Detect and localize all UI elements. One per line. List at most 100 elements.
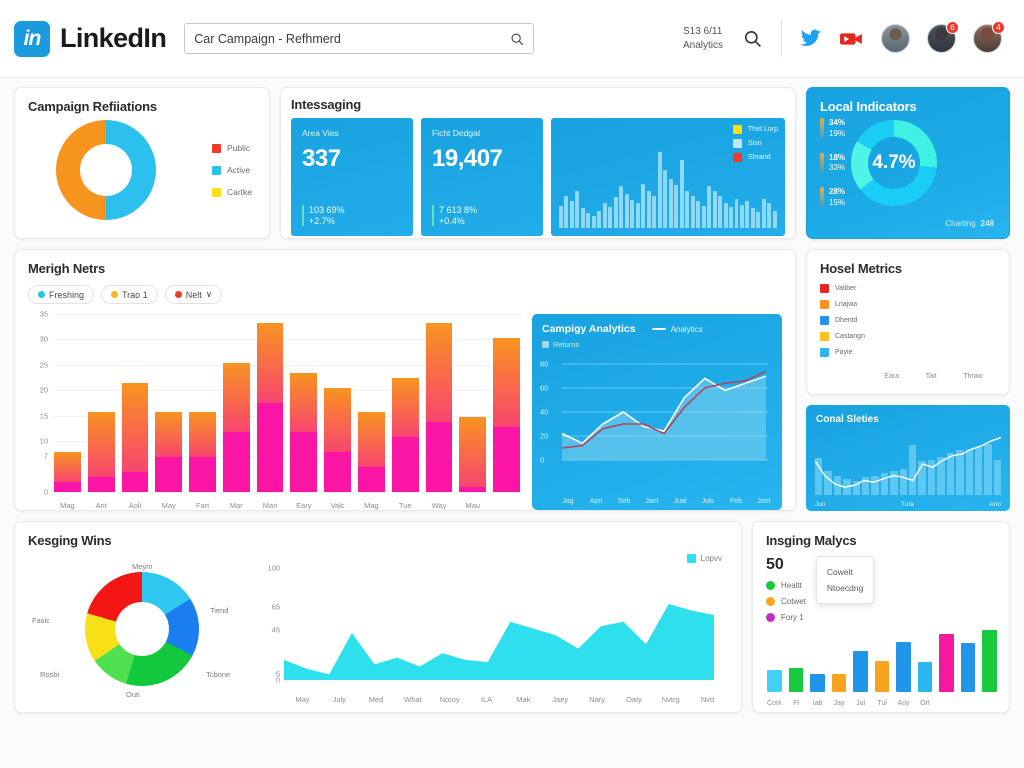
legend-item[interactable]: Valiber xyxy=(820,284,865,293)
x-tick xyxy=(982,700,997,707)
bar[interactable] xyxy=(853,650,868,692)
search-icon[interactable] xyxy=(510,32,524,46)
stat-tile[interactable]: Ficht Dedgat 19,407 7 613 8% +0.4% xyxy=(421,118,543,236)
bar[interactable] xyxy=(222,362,250,492)
search-input[interactable] xyxy=(194,31,511,46)
bar-segment-top xyxy=(222,362,250,433)
legend-item[interactable]: Healtt xyxy=(766,581,806,590)
bar-segment-base xyxy=(493,427,520,492)
card-title: Intessaging xyxy=(291,97,362,112)
bar[interactable] xyxy=(290,372,318,492)
pie-label: Tcbone xyxy=(206,670,231,679)
twitter-share-button[interactable] xyxy=(799,27,823,51)
legend-item[interactable]: Lnajwa xyxy=(820,300,865,309)
y-tick: 25 xyxy=(39,360,48,370)
chip-label: Trao 1 xyxy=(122,289,148,300)
search-icon xyxy=(744,30,761,47)
x-tick: Seb xyxy=(617,498,631,505)
legend-item[interactable]: 18% 33% xyxy=(820,152,845,175)
bar xyxy=(652,196,657,228)
x-tick: Mag xyxy=(364,501,379,510)
legend-item[interactable]: Cotwet xyxy=(766,597,806,606)
bar[interactable] xyxy=(939,634,954,692)
filter-chip-nelt[interactable]: Nelt ∨ xyxy=(164,285,223,304)
bar[interactable] xyxy=(324,387,352,492)
bar-groups xyxy=(871,286,996,366)
pie-label: Outi xyxy=(126,690,140,699)
bar[interactable] xyxy=(425,323,453,492)
video-button[interactable] xyxy=(840,27,864,51)
bar[interactable] xyxy=(982,629,998,692)
bar[interactable] xyxy=(391,377,419,492)
legend-item[interactable]: Siso xyxy=(733,139,778,148)
legend-item[interactable]: Active xyxy=(211,165,252,175)
legend-item[interactable]: Shrand xyxy=(733,153,778,162)
bar[interactable] xyxy=(121,382,149,492)
keeping-wins-body: Meym Tiend Tcbone Outi Rosbi Fasic Lopvv… xyxy=(28,554,728,704)
pie-label: Rosbi xyxy=(40,670,60,679)
filter-chip-trao[interactable]: Trao 1 xyxy=(101,285,158,304)
y-tick: 45 xyxy=(271,625,280,635)
bar[interactable] xyxy=(917,662,933,692)
metric-value: 50 xyxy=(766,556,784,573)
bar[interactable] xyxy=(896,641,911,692)
legend-item[interactable]: Cartke xyxy=(211,187,252,197)
bar[interactable] xyxy=(54,452,81,492)
bar[interactable] xyxy=(155,412,183,492)
legend-item[interactable]: Castangn xyxy=(820,332,865,341)
bar[interactable] xyxy=(874,660,890,692)
bar xyxy=(663,170,668,228)
legend-item[interactable]: Returns xyxy=(542,340,772,349)
divider xyxy=(781,20,782,57)
bar[interactable] xyxy=(767,669,782,692)
bar[interactable] xyxy=(493,337,520,492)
bar-segment-base xyxy=(155,457,183,492)
legend-label: Active xyxy=(226,165,251,175)
brand: in LinkedIn xyxy=(14,20,167,57)
x-axis-labels: Jag Apri Seb Jant Jual Juls Feb Jont xyxy=(554,498,778,505)
bar[interactable] xyxy=(358,412,385,492)
brand-name: LinkedIn xyxy=(60,23,167,53)
stat-tile[interactable]: Area Vies 337 103 69% +2.7% xyxy=(291,118,413,236)
bar[interactable] xyxy=(87,412,115,492)
x-tick: Tuta xyxy=(901,501,914,508)
bar-segment-top xyxy=(425,323,453,423)
legend-item[interactable]: 28% 15% xyxy=(820,187,845,209)
bar xyxy=(750,208,755,228)
card-title: Kesging Wins xyxy=(28,533,112,548)
chevron-down-icon[interactable]: ∨ xyxy=(206,289,213,300)
bar[interactable] xyxy=(831,674,847,692)
stat-label: Area Vies xyxy=(302,128,339,138)
legend-item[interactable]: Analytics xyxy=(651,325,703,334)
bar[interactable] xyxy=(810,674,825,692)
avatar[interactable]: 4 xyxy=(973,21,1005,53)
legend-item[interactable]: Dhentd xyxy=(820,316,865,325)
stat-sub-line2: +2.7% xyxy=(309,215,335,226)
bar[interactable] xyxy=(256,323,284,492)
conal-series-card: Conal Sleties Jun Tuta Ano xyxy=(806,405,1010,511)
legend-label: Returns xyxy=(553,340,580,349)
legend-bar-icon xyxy=(820,187,824,209)
x-tick: Feb xyxy=(729,498,743,505)
bar[interactable] xyxy=(459,417,487,492)
combo-chart-plot xyxy=(815,431,1002,495)
x-tick: Mak xyxy=(516,695,531,704)
search-bar[interactable] xyxy=(184,23,535,54)
header-search-button[interactable] xyxy=(740,27,764,51)
bar xyxy=(613,197,618,228)
avatar[interactable]: 6 xyxy=(927,21,959,53)
filter-chip-freshing[interactable]: Freshing xyxy=(28,285,95,304)
legend-item[interactable]: Thet Lorp xyxy=(733,125,778,134)
stat-value: 337 xyxy=(302,145,341,172)
avatar[interactable] xyxy=(881,24,910,53)
bar[interactable] xyxy=(189,412,216,492)
legend-label: Lnajwa xyxy=(835,301,858,308)
legend-item[interactable]: 34% 19% xyxy=(820,118,845,140)
bar[interactable] xyxy=(788,667,804,692)
x-tick xyxy=(493,501,520,510)
legend-item[interactable]: Payie xyxy=(820,348,865,357)
legend-item[interactable]: Public xyxy=(211,143,252,153)
bar[interactable] xyxy=(960,643,976,692)
legend-item[interactable]: Lopvv xyxy=(686,554,722,563)
x-tick: Ant xyxy=(95,501,107,510)
